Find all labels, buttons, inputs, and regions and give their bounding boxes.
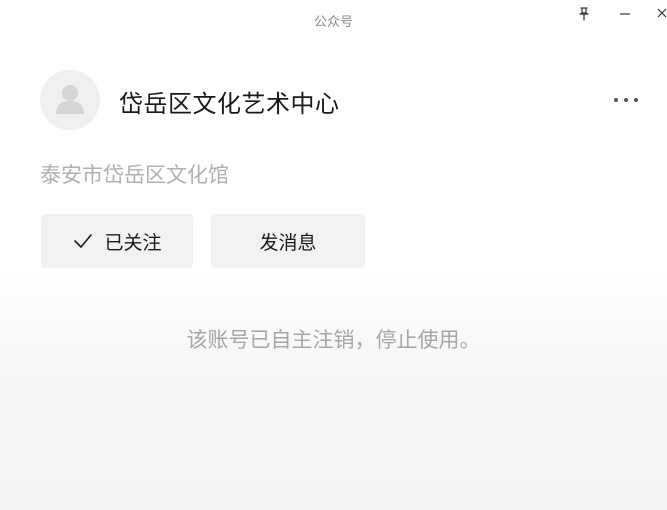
send-message-button[interactable]: 发消息 [211,214,365,268]
close-button[interactable] [648,2,667,26]
minimize-icon [620,13,630,15]
more-icon [614,98,638,102]
pin-button[interactable] [570,2,598,26]
pin-icon [579,7,589,21]
check-icon [72,231,94,251]
window-title: 公众号 [313,15,353,30]
more-button[interactable] [608,88,644,112]
followed-button[interactable]: 已关注 [41,214,193,268]
default-avatar-icon [56,85,84,114]
account-deregistered-notice: 该账号已自主注销，停止使用。 [186,328,481,352]
account-description: 泰安市岱岳区文化馆 [40,163,229,187]
followed-label: 已关注 [104,231,162,254]
title-bar: 公众号 [0,0,667,40]
avatar[interactable] [40,70,100,130]
minimize-button[interactable] [611,2,639,26]
close-icon [657,8,667,18]
account-name: 岱岳区文化艺术中心 [119,90,340,118]
send-message-label: 发消息 [259,231,317,254]
